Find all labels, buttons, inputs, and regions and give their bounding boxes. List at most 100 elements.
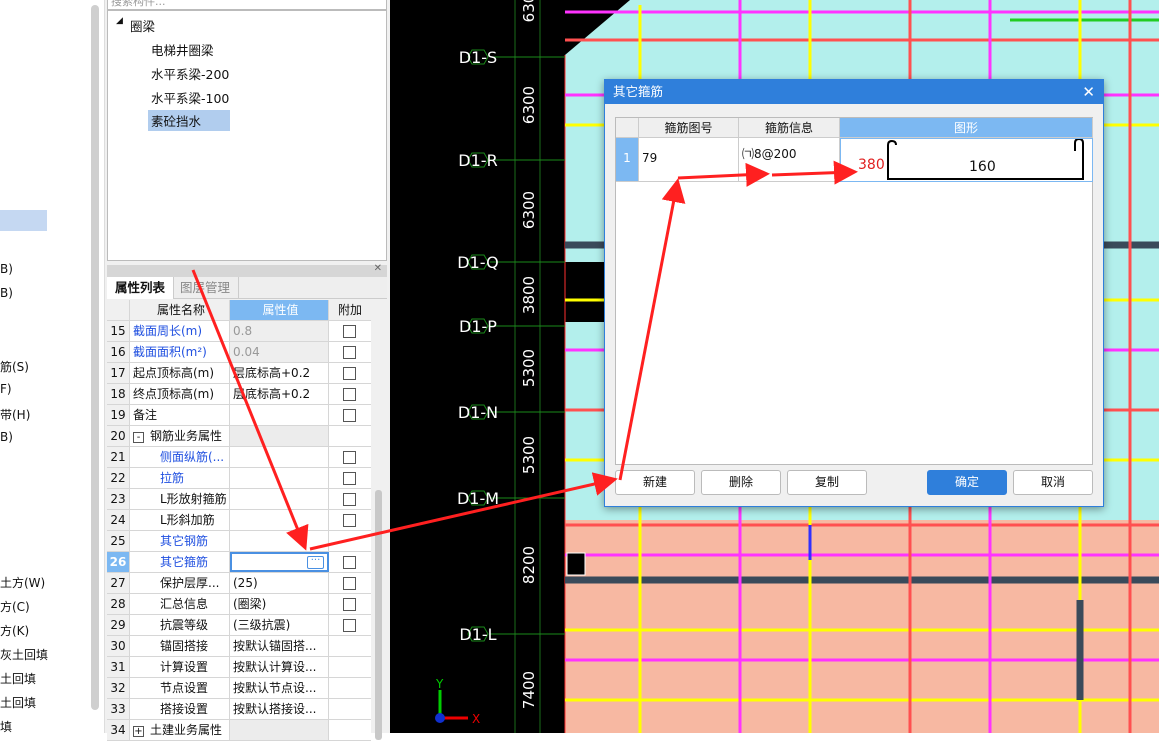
tab-property-list[interactable]: 属性列表 xyxy=(107,277,175,299)
tree-item-selected[interactable]: 素砼挡水 xyxy=(148,110,230,131)
collapse-triangle-icon[interactable]: ◢ xyxy=(116,16,123,26)
property-value[interactable]: (25) xyxy=(230,573,329,593)
property-row[interactable]: 24 L形斜加筋 xyxy=(107,510,371,531)
ok-button[interactable]: 确定 xyxy=(927,470,1007,495)
property-value[interactable] xyxy=(230,447,329,467)
property-name-text: 锚固搭接 xyxy=(160,639,209,653)
property-row[interactable]: 15 截面周长(m) 0.8 xyxy=(107,321,371,342)
left-nav-item[interactable]: B) xyxy=(0,262,13,276)
property-value[interactable] xyxy=(230,405,329,425)
row-number: 22 xyxy=(107,468,130,488)
addon-checkbox[interactable] xyxy=(343,619,356,632)
addon-checkbox[interactable] xyxy=(343,451,356,464)
addon-checkbox[interactable] xyxy=(343,367,356,380)
row-number[interactable]: 1 xyxy=(616,138,639,182)
property-name: 搭接设置 xyxy=(130,699,230,719)
dimension-label: 6300 xyxy=(520,191,538,229)
addon-checkbox[interactable] xyxy=(343,388,356,401)
left-nav-item[interactable]: 灰土回填 xyxy=(0,646,48,663)
left-nav-item[interactable]: 方(C) xyxy=(0,598,30,615)
shape-cell[interactable]: 380 160 xyxy=(840,138,1093,182)
info-cell[interactable]: ㈀8@200 xyxy=(739,138,840,182)
property-value[interactable]: 0.04 xyxy=(230,342,329,362)
collapse-icon[interactable]: - xyxy=(133,432,144,443)
left-nav-selected[interactable] xyxy=(0,210,47,231)
property-row[interactable]: 17 起点顶标高(m) 层底标高+0.2 xyxy=(107,363,371,384)
property-row[interactable]: 16 截面面积(m²) 0.04 xyxy=(107,342,371,363)
property-row[interactable]: 27 保护层厚... (25) xyxy=(107,573,371,594)
property-name-text: 搭接设置 xyxy=(160,702,209,716)
property-value[interactable]: (圈梁) xyxy=(230,594,329,614)
property-value[interactable]: 层底标高+0.2 xyxy=(230,384,329,404)
property-row[interactable]: 28 汇总信息 (圈梁) xyxy=(107,594,371,615)
addon-checkbox[interactable] xyxy=(343,325,356,338)
property-value[interactable]: 按默认搭接设... xyxy=(230,699,329,719)
left-nav-item[interactable]: 带(H) xyxy=(0,406,30,423)
property-row[interactable]: 32 节点设置 按默认节点设... xyxy=(107,678,371,699)
property-value[interactable]: ··· xyxy=(230,552,329,572)
tab-layer-management[interactable]: 图层管理 xyxy=(172,277,240,299)
left-nav-item[interactable]: 方(K) xyxy=(0,622,29,639)
property-row[interactable]: 22 拉筋 xyxy=(107,468,371,489)
property-name: 锚固搭接 xyxy=(130,636,230,656)
addon-checkbox[interactable] xyxy=(343,472,356,485)
close-icon[interactable]: ✕ xyxy=(374,263,382,274)
addon-checkbox[interactable] xyxy=(343,598,356,611)
property-row[interactable]: 33 搭接设置 按默认搭接设... xyxy=(107,699,371,720)
property-row[interactable]: 20- 钢筋业务属性 xyxy=(107,426,371,447)
property-row[interactable]: 18 终点顶标高(m) 层底标高+0.2 xyxy=(107,384,371,405)
ucs-x-label: X xyxy=(472,712,480,726)
property-value[interactable] xyxy=(230,720,329,740)
property-value[interactable]: 0.8 xyxy=(230,321,329,341)
property-value[interactable] xyxy=(230,489,329,509)
expand-icon[interactable]: + xyxy=(133,726,144,737)
property-value[interactable] xyxy=(230,468,329,488)
delete-button[interactable]: 删除 xyxy=(701,470,781,495)
property-row[interactable]: 25 其它钢筋 xyxy=(107,531,371,552)
left-nav-item[interactable]: 筋(S) xyxy=(0,358,29,375)
property-row[interactable]: 19 备注 xyxy=(107,405,371,426)
addon-checkbox[interactable] xyxy=(343,346,356,359)
property-row[interactable]: 31 计算设置 按默认计算设... xyxy=(107,657,371,678)
left-nav-item[interactable]: F) xyxy=(0,382,12,396)
property-value[interactable]: 层底标高+0.2 xyxy=(230,363,329,383)
copy-button[interactable]: 复制 xyxy=(787,470,867,495)
row-number: 28 xyxy=(107,594,130,614)
property-row[interactable]: 30 锚固搭接 按默认锚固搭... xyxy=(107,636,371,657)
property-row[interactable]: 29 抗震等级 (三级抗震) xyxy=(107,615,371,636)
addon-checkbox[interactable] xyxy=(343,409,356,422)
left-scrollbar[interactable] xyxy=(91,5,99,710)
property-row[interactable]: 23 L形放射箍筋 xyxy=(107,489,371,510)
property-scrollbar[interactable] xyxy=(373,300,384,740)
left-nav-item[interactable]: B) xyxy=(0,286,13,300)
left-nav-item[interactable]: 土回填 xyxy=(0,670,36,687)
tree-group[interactable]: 圈梁 xyxy=(130,16,155,35)
addon-checkbox[interactable] xyxy=(343,514,356,527)
search-input[interactable]: 搜索构件... xyxy=(107,0,387,10)
addon-checkbox[interactable] xyxy=(343,493,356,506)
new-button[interactable]: 新建 xyxy=(615,470,695,495)
property-value[interactable] xyxy=(230,510,329,530)
addon-checkbox[interactable] xyxy=(343,577,356,590)
property-value[interactable]: 按默认计算设... xyxy=(230,657,329,677)
tree-item[interactable]: 水平系梁-200 xyxy=(151,64,229,83)
left-nav-item[interactable]: 土回填 xyxy=(0,694,36,711)
figure-no-cell[interactable]: 79 xyxy=(639,138,739,182)
property-row[interactable]: 21 侧面纵筋(... xyxy=(107,447,371,468)
property-row[interactable]: 26 其它箍筋 ··· xyxy=(107,552,371,573)
left-nav-item[interactable]: 土方(W) xyxy=(0,574,45,591)
property-value[interactable] xyxy=(230,531,329,551)
property-value[interactable]: 按默认锚固搭... xyxy=(230,636,329,656)
cancel-button[interactable]: 取消 xyxy=(1013,470,1093,495)
left-nav-item[interactable]: B) xyxy=(0,430,13,444)
addon-checkbox[interactable] xyxy=(343,556,356,569)
property-row[interactable]: 34 + 土建业务属性 xyxy=(107,720,371,741)
left-nav-item[interactable]: 填 xyxy=(0,718,12,735)
property-value[interactable] xyxy=(230,426,329,446)
close-icon[interactable]: ✕ xyxy=(1082,80,1095,104)
property-value[interactable]: (三级抗震) xyxy=(230,615,329,635)
property-value[interactable]: 按默认节点设... xyxy=(230,678,329,698)
tree-item[interactable]: 水平系梁-100 xyxy=(151,88,229,107)
more-options-icon[interactable]: ··· xyxy=(307,556,324,569)
tree-item[interactable]: 电梯井圈梁 xyxy=(151,40,214,59)
